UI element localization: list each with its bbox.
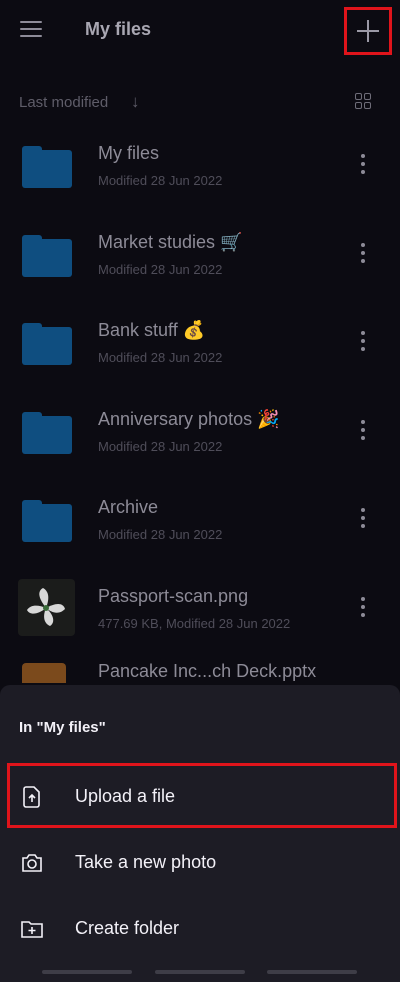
folder-icon — [22, 323, 72, 365]
hamburger-menu-icon[interactable] — [20, 18, 46, 40]
more-options-icon[interactable] — [356, 242, 370, 267]
sort-label[interactable]: Last modified — [19, 94, 108, 111]
item-title: Passport-scan.png — [98, 585, 249, 606]
more-options-icon[interactable] — [356, 508, 370, 532]
take-photo-button[interactable]: Take a new photo — [0, 831, 400, 895]
create-folder-label: Create folder — [75, 918, 180, 938]
system-nav-bar — [0, 970, 400, 976]
folder-icon — [22, 411, 72, 454]
app-bar: My files — [0, 0, 400, 60]
upload-file-label: Upload a file — [75, 786, 176, 806]
folder-icon — [22, 500, 72, 542]
camera-icon — [22, 854, 42, 872]
file-list: My files Modified 28 Jun 2022 Market stu… — [0, 122, 400, 742]
item-title: Bank stuff 💰 — [98, 320, 206, 340]
page-title: My files — [85, 19, 152, 39]
item-title: Pancake Inc...ch Deck.pptx — [98, 661, 317, 681]
list-item[interactable]: Passport-scan.png 477.69 KB, Modified 28… — [0, 565, 400, 654]
upload-file-icon — [23, 786, 40, 808]
upload-file-button[interactable]: Upload a file — [0, 765, 400, 829]
more-options-icon[interactable] — [356, 596, 370, 621]
more-options-icon[interactable] — [356, 154, 370, 178]
item-title: Market studies 🛒 — [98, 231, 243, 252]
list-item[interactable]: Market studies 🛒 Modified 28 Jun 2022 — [0, 211, 400, 300]
item-subtitle: Modified 28 Jun 2022 — [98, 173, 223, 188]
bottom-sheet: In "My files" Upload a file Take a new p… — [0, 685, 400, 982]
more-options-icon[interactable] — [356, 419, 370, 444]
create-folder-button[interactable]: Create folder — [0, 897, 400, 961]
add-button[interactable] — [344, 7, 392, 55]
list-item[interactable]: Anniversary photos 🎉 Modified 28 Jun 202… — [0, 388, 400, 477]
item-subtitle: Modified 28 Jun 2022 — [98, 350, 223, 365]
list-item[interactable]: My files Modified 28 Jun 2022 — [0, 122, 400, 211]
take-photo-label: Take a new photo — [75, 852, 217, 872]
presentation-file-icon — [22, 663, 66, 683]
folder-icon — [22, 234, 72, 277]
item-subtitle: Modified 28 Jun 2022 — [98, 438, 223, 454]
sort-bar: Last modified ↓ — [0, 84, 400, 120]
sort-direction-icon[interactable]: ↓ — [131, 92, 140, 112]
item-subtitle: 477.69 KB, Modified 28 Jun 2022 — [98, 615, 291, 631]
create-folder-icon — [21, 921, 43, 938]
item-subtitle: Modified 28 Jun 2022 — [98, 527, 223, 542]
folder-icon — [22, 146, 72, 188]
item-subtitle: Modified 28 Jun 2022 — [98, 261, 223, 277]
item-title: My files — [98, 143, 160, 163]
grid-view-icon[interactable] — [355, 93, 371, 109]
list-item[interactable]: Bank stuff 💰 Modified 28 Jun 2022 — [0, 299, 400, 388]
list-item[interactable]: Archive Modified 28 Jun 2022 — [0, 476, 400, 565]
sheet-title: In "My files" — [19, 719, 106, 736]
item-title: Anniversary photos 🎉 — [98, 408, 280, 429]
item-title: Archive — [98, 497, 159, 517]
more-options-icon[interactable] — [356, 331, 370, 355]
image-thumbnail — [18, 578, 75, 636]
